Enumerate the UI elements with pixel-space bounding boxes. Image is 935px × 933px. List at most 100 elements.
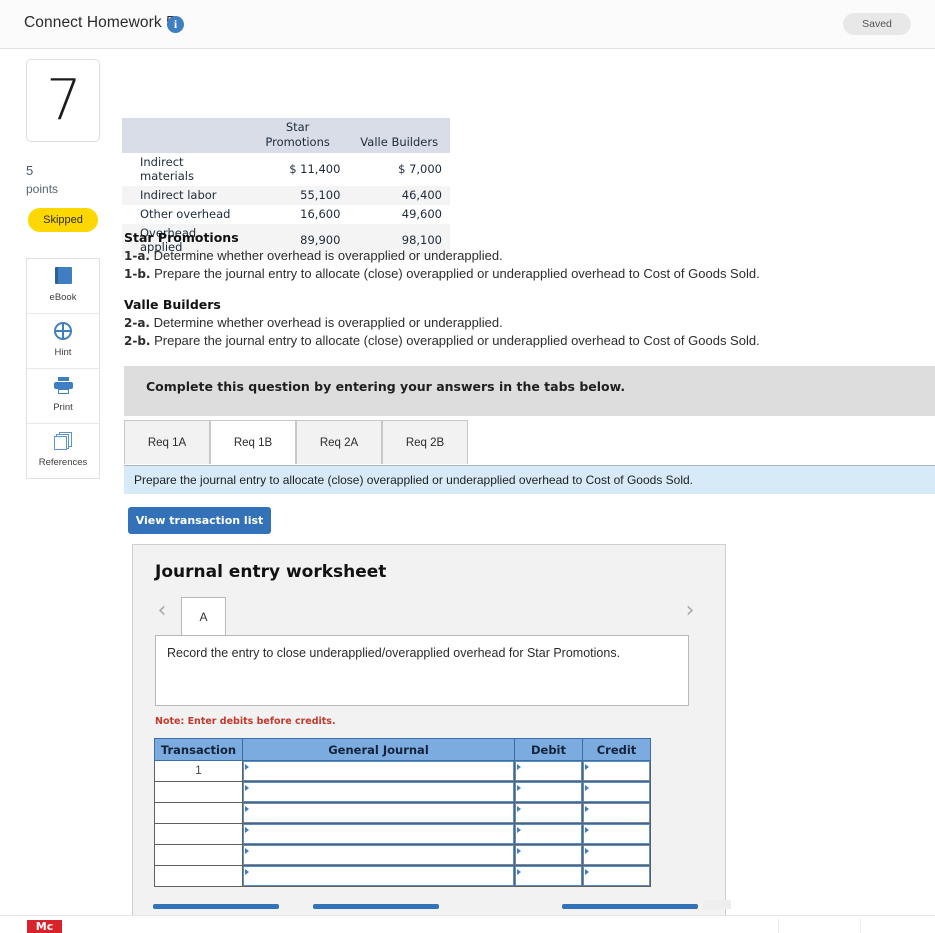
journal-entry-worksheet-panel: Journal entry worksheet ‹ › A Record the… (132, 544, 726, 916)
journal-transaction-number: 1 (154, 760, 243, 782)
tab-req-2a[interactable]: Req 2A (296, 420, 382, 464)
journal-account-cell[interactable] (242, 781, 515, 803)
footer-button-right-cutoff[interactable] (562, 904, 698, 909)
credit-input[interactable] (583, 782, 650, 802)
tool-references-label: References (38, 457, 88, 468)
debit-input[interactable] (515, 866, 582, 886)
journal-col-general-journal: General Journal (242, 738, 515, 761)
tool-references[interactable]: References (27, 424, 99, 479)
question-text: Star Promotions 1-a. Determine whether o… (124, 230, 884, 350)
mcgraw-hill-logo: Mc (27, 920, 62, 933)
journal-credit-cell[interactable] (582, 844, 651, 866)
journal-debit-cell[interactable] (514, 760, 583, 782)
question-2b-number: 2-b. (124, 334, 151, 348)
tool-panel: eBook Hint Print References (26, 258, 100, 479)
info-icon[interactable]: i (167, 16, 184, 33)
footer-button-left-cutoff[interactable] (153, 904, 279, 909)
debit-input[interactable] (515, 803, 582, 823)
account-dropdown[interactable] (243, 761, 514, 781)
credit-input[interactable] (583, 866, 650, 886)
footer-panel-edge (703, 900, 731, 909)
cell-valle: 46,400 (401, 188, 442, 202)
tab-req-1a[interactable]: Req 1A (124, 420, 210, 464)
tool-ebook[interactable]: eBook (27, 259, 99, 314)
question-2a: 2-a. Determine whether overhead is overa… (124, 314, 884, 332)
journal-transaction-number (154, 823, 243, 845)
worksheet-title: Journal entry worksheet (155, 562, 387, 582)
cell-star: $ 11,400 (289, 162, 341, 176)
table-row (154, 802, 651, 824)
account-dropdown[interactable] (243, 803, 514, 823)
points-label: points (26, 182, 59, 196)
tool-hint[interactable]: Hint (27, 314, 99, 369)
debit-input[interactable] (515, 845, 582, 865)
journal-credit-cell[interactable] (582, 865, 651, 887)
journal-credit-cell[interactable] (582, 760, 651, 782)
bottom-divider (860, 918, 861, 933)
journal-account-cell[interactable] (242, 844, 515, 866)
row-label: Indirect materials (140, 155, 194, 183)
question-2b-text: Prepare the journal entry to allocate (c… (150, 333, 760, 348)
journal-debit-cell[interactable] (514, 802, 583, 824)
footer-button-middle-cutoff[interactable] (313, 904, 439, 909)
journal-transaction-number (154, 865, 243, 887)
tab-req-1b[interactable]: Req 1B (210, 420, 296, 464)
row-label: Other overhead (140, 207, 231, 221)
question-1b-text: Prepare the journal entry to allocate (c… (150, 266, 760, 281)
question-2b: 2-b. Prepare the journal entry to alloca… (124, 332, 884, 350)
journal-debit-cell[interactable] (514, 823, 583, 845)
cell-valle: 49,600 (401, 207, 442, 221)
previous-entry-arrow-icon[interactable]: ‹ (151, 598, 173, 624)
worksheet-tab-a[interactable]: A (181, 597, 226, 636)
question-1b-number: 1-b. (124, 267, 151, 281)
debits-before-credits-note: Note: Enter debits before credits. (155, 716, 336, 727)
instruction-banner: Complete this question by entering your … (124, 366, 935, 416)
tool-ebook-label: eBook (49, 292, 77, 303)
question-2a-number: 2-a. (124, 316, 150, 330)
credit-input[interactable] (583, 803, 650, 823)
journal-debit-cell[interactable] (514, 865, 583, 887)
debit-input[interactable] (515, 782, 582, 802)
requirement-tabs: Req 1A Req 1B Req 2A Req 2B (124, 420, 935, 464)
tab-req-2b[interactable]: Req 2B (382, 420, 468, 464)
status-badge-saved: Saved (843, 13, 911, 35)
journal-account-cell[interactable] (242, 760, 515, 782)
journal-debit-cell[interactable] (514, 844, 583, 866)
credit-input[interactable] (583, 845, 650, 865)
account-dropdown[interactable] (243, 845, 514, 865)
account-dropdown[interactable] (243, 866, 514, 886)
debit-input[interactable] (515, 761, 582, 781)
journal-debit-cell[interactable] (514, 781, 583, 803)
cell-valle: $ 7,000 (398, 162, 442, 176)
journal-credit-cell[interactable] (582, 781, 651, 803)
next-entry-arrow-icon[interactable]: › (679, 598, 701, 624)
tool-hint-label: Hint (54, 347, 72, 358)
journal-credit-cell[interactable] (582, 802, 651, 824)
credit-input[interactable] (583, 824, 650, 844)
journal-credit-cell[interactable] (582, 823, 651, 845)
question-group2-heading: Valle Builders (124, 297, 221, 312)
col-header-star-line2: Promotions (265, 135, 330, 149)
journal-transaction-number (154, 802, 243, 824)
credit-input[interactable] (583, 761, 650, 781)
journal-account-cell[interactable] (242, 802, 515, 824)
journal-account-cell[interactable] (242, 865, 515, 887)
journal-entry-table: Transaction General Journal Debit Credit… (154, 738, 651, 887)
journal-transaction-number (154, 781, 243, 803)
view-transaction-list-button[interactable]: View transaction list (128, 507, 271, 534)
page-title: Connect Homework 5 (24, 14, 175, 31)
table-row: 1 (154, 760, 651, 782)
account-dropdown[interactable] (243, 782, 514, 802)
col-header-blank (122, 118, 247, 153)
journal-account-cell[interactable] (242, 823, 515, 845)
bottom-strip (0, 915, 935, 933)
col-header-valle-builders: Valle Builders (348, 118, 450, 153)
question-group1-heading: Star Promotions (124, 230, 239, 245)
tool-print[interactable]: Print (27, 369, 99, 424)
requirement-description-banner: Prepare the journal entry to allocate (c… (124, 465, 935, 494)
account-dropdown[interactable] (243, 824, 514, 844)
journal-col-transaction: Transaction (154, 738, 243, 761)
table-row (154, 823, 651, 845)
cell-star: 16,600 (300, 207, 341, 221)
debit-input[interactable] (515, 824, 582, 844)
